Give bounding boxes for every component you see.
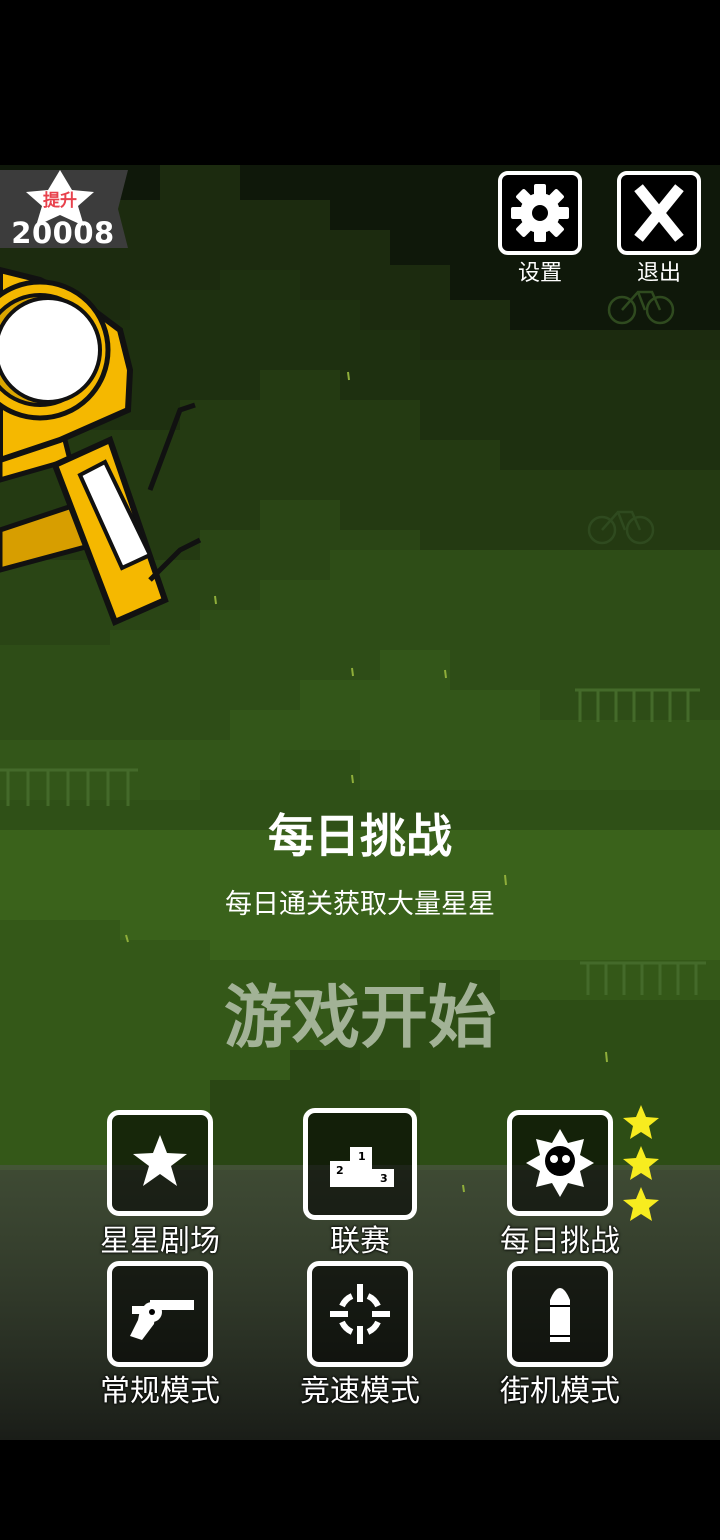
star-icon xyxy=(623,1105,659,1139)
star-icon xyxy=(133,1135,187,1186)
star-count: 20008 xyxy=(11,216,115,250)
character-mascot xyxy=(0,266,202,627)
start-game-button[interactable]: 游戏开始 xyxy=(0,962,720,1061)
star-theater-button[interactable] xyxy=(107,1110,213,1216)
star-theater-label: 星星剧场 xyxy=(100,1224,220,1259)
revolver-icon xyxy=(130,1300,194,1340)
star-icon xyxy=(623,1187,659,1221)
svg-text:3: 3 xyxy=(380,1172,388,1185)
normal-mode-label: 常规模式 xyxy=(100,1374,220,1409)
league-button[interactable]: 1 2 3 xyxy=(303,1108,417,1220)
speed-mode-label: 竞速模式 xyxy=(300,1374,420,1409)
game-scene: 提升 20008 设置 退出 每日挑战 每日通关获取大量星星 游戏开始 星星剧场… xyxy=(0,0,720,1540)
daily-challenge-button[interactable] xyxy=(507,1110,613,1216)
challenge-subtitle: 每日通关获取大量星星 xyxy=(225,889,495,920)
gear-icon xyxy=(511,184,569,242)
exit-button[interactable] xyxy=(617,171,701,255)
settings-label: 设置 xyxy=(517,261,562,286)
crosshair-icon xyxy=(330,1284,390,1344)
daily-stars-indicator xyxy=(623,1105,659,1221)
skull-badge-icon xyxy=(526,1129,594,1197)
settings-button[interactable] xyxy=(498,171,582,255)
exit-label: 退出 xyxy=(636,261,681,286)
badge-label: 提升 xyxy=(43,191,77,211)
challenge-title: 每日挑战 xyxy=(268,809,452,863)
league-label: 联赛 xyxy=(330,1224,390,1259)
normal-mode-button[interactable] xyxy=(107,1261,213,1367)
podium-icon: 1 2 3 xyxy=(330,1147,394,1187)
speed-mode-button[interactable] xyxy=(307,1261,413,1367)
x-icon xyxy=(634,184,684,242)
svg-text:2: 2 xyxy=(336,1164,344,1177)
star-icon xyxy=(623,1146,659,1180)
arcade-mode-label: 街机模式 xyxy=(500,1374,620,1409)
arcade-mode-button[interactable] xyxy=(507,1261,613,1367)
bullet-icon xyxy=(550,1288,570,1342)
svg-text:1: 1 xyxy=(358,1150,366,1163)
